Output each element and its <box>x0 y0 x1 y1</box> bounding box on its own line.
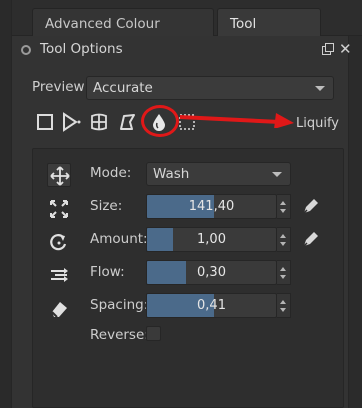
spacing-spinner[interactable] <box>277 293 291 318</box>
offset-mode-icon[interactable] <box>47 263 71 287</box>
size-label: Size: <box>90 198 123 214</box>
spacing-slider[interactable]: 0,41 <box>146 293 277 318</box>
float-icon[interactable] <box>322 43 334 55</box>
liquify-options: Mode: Wash Size: 141,40 Amount: 1,00 Flo… <box>32 148 344 408</box>
mode-label: Mode: <box>90 165 132 181</box>
pressure-pen-icon[interactable] <box>301 229 321 249</box>
grip-icon[interactable] <box>21 45 31 55</box>
liquify-annotation: Liquify <box>296 116 339 131</box>
preview-label: Preview <box>32 79 85 95</box>
chevron-down-icon <box>272 172 282 177</box>
amount-spinner[interactable] <box>277 227 291 252</box>
annotation-arrow-icon <box>178 106 296 132</box>
size-value: 141,40 <box>188 199 235 214</box>
amount-slider[interactable]: 1,00 <box>146 227 277 252</box>
preview-value: Accurate <box>93 80 153 96</box>
reverse-checkbox[interactable] <box>146 326 161 341</box>
left-panel-strip <box>0 0 12 408</box>
chevron-down-icon <box>315 86 325 91</box>
spacing-label: Spacing: <box>90 297 149 313</box>
flow-label: Flow: <box>90 264 125 280</box>
warp-icon[interactable] <box>88 111 110 133</box>
flow-value: 0,30 <box>197 265 226 280</box>
perspective-icon[interactable] <box>60 111 82 133</box>
panel-titlebar: Tool Options ✕ <box>12 36 352 64</box>
amount-label: Amount: <box>90 231 148 247</box>
cage-icon[interactable] <box>116 111 138 133</box>
size-slider[interactable]: 141,40 <box>146 194 277 219</box>
panel-title: Tool Options <box>40 41 123 57</box>
preview-select[interactable]: Accurate <box>86 76 334 100</box>
rotate-mode-icon[interactable] <box>47 230 71 254</box>
size-spinner[interactable] <box>277 194 291 219</box>
highlight-circle <box>141 105 179 137</box>
flow-spinner[interactable] <box>277 260 291 285</box>
move-mode-icon[interactable] <box>47 163 71 187</box>
mode-select[interactable]: Wash <box>146 162 291 186</box>
scale-mode-icon[interactable] <box>47 197 71 221</box>
flow-slider[interactable]: 0,30 <box>146 260 277 285</box>
tab-advanced-colour-selector[interactable]: Advanced Colour Selector <box>32 8 214 62</box>
scrollbar[interactable] <box>348 36 362 408</box>
spacing-value: 0,41 <box>197 298 226 313</box>
free-transform-icon[interactable] <box>34 111 56 133</box>
amount-value: 1,00 <box>197 232 226 247</box>
docker-tab-bar: Advanced Colour Selector Tool Options <box>12 0 362 62</box>
undo-mode-icon[interactable] <box>47 297 71 321</box>
pressure-pen-icon[interactable] <box>301 196 321 216</box>
mode-value: Wash <box>153 166 190 182</box>
tab-tool-options[interactable]: Tool Options <box>217 8 321 62</box>
close-icon[interactable]: ✕ <box>339 40 352 58</box>
reverse-label: Reverse: <box>90 327 149 343</box>
tool-options-panel: Tool Options ✕ Preview Accurate Liquify <box>12 36 352 408</box>
